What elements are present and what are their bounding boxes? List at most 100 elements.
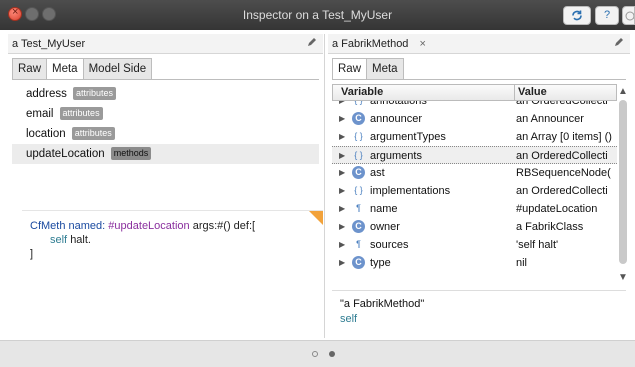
editor-corner-marker [309, 211, 323, 225]
pencil-icon[interactable] [611, 36, 626, 51]
table-row[interactable]: ▶ { } arguments an OrderedCollecti [332, 146, 617, 164]
right-tabs: Raw Meta [332, 58, 404, 80]
pilcrow-icon: ¶ [356, 239, 361, 249]
collection-icon: { } [354, 150, 363, 160]
variable-value: nil [516, 257, 528, 269]
left-pane-header: a Test_MyUser [8, 34, 323, 54]
variable-name: implementations [370, 185, 451, 197]
scroll-down-icon[interactable]: ▼ [618, 272, 628, 283]
class-icon: C [352, 220, 365, 233]
column-header-value[interactable]: Value [514, 85, 547, 100]
table-row[interactable]: ▶ Ctype nil [332, 254, 617, 271]
variable-value: RBSequenceNode( [516, 167, 611, 179]
left-tabs: Raw Meta Model Side [12, 58, 153, 80]
title-bar: Inspector on a Test_MyUser ? [0, 0, 635, 30]
table-row[interactable]: ▶ { } argumentTypes an Array [0 items] () [332, 128, 617, 146]
class-icon: C [352, 256, 365, 269]
expand-triangle-icon[interactable]: ▶ [339, 200, 345, 218]
tabs-divider [332, 79, 626, 80]
list-item-selected[interactable]: updateLocation methods [12, 144, 319, 164]
variable-name: arguments [370, 150, 422, 162]
right-pane-title[interactable]: a FabrikMethod × [332, 34, 426, 54]
variable-name: name [370, 203, 398, 215]
expand-triangle-icon[interactable]: ▶ [339, 101, 345, 110]
refresh-button[interactable] [563, 6, 591, 25]
attribute-badge: attributes [59, 107, 103, 120]
variable-value: #updateLocation [516, 203, 598, 215]
tab-meta[interactable]: Meta [46, 58, 84, 80]
pane-divider[interactable] [324, 34, 325, 338]
column-header-variable[interactable]: Variable [341, 85, 383, 100]
list-item[interactable]: location attributes [12, 124, 319, 144]
expand-triangle-icon[interactable]: ▶ [339, 147, 345, 165]
code-line-1: CfMeth named: #updateLocation args:#() d… [30, 219, 315, 233]
code-line-3: ] [30, 248, 34, 260]
variable-value: a FabrikClass [516, 221, 584, 233]
table-row[interactable]: ▶ ¶ sources 'self halt' [332, 236, 617, 254]
table-row[interactable]: ▶ { } implementations an OrderedCollecti [332, 182, 617, 200]
variable-name: type [370, 257, 391, 269]
collection-icon: { } [354, 185, 363, 195]
expand-triangle-icon[interactable]: ▶ [339, 164, 345, 182]
tab-model-side[interactable]: Model Side [82, 58, 153, 80]
expand-triangle-icon[interactable]: ▶ [339, 218, 345, 236]
attribute-name: address [26, 88, 67, 100]
code-class: CfMeth [30, 220, 66, 232]
variable-value: an Array [0 items] () [516, 131, 612, 143]
methods-badge: methods [110, 147, 152, 160]
expand-triangle-icon[interactable]: ▶ [339, 110, 345, 128]
bottom-bar [0, 340, 635, 367]
list-item[interactable]: email attributes [12, 104, 319, 124]
close-tab-icon[interactable]: × [420, 38, 426, 50]
code-self: self [50, 234, 68, 246]
collection-icon: { } [354, 131, 363, 141]
code-keyword: named: [68, 220, 106, 232]
left-inspector-pane: a Test_MyUser Raw Meta Model Side addres… [8, 34, 323, 338]
tab-meta[interactable]: Meta [366, 58, 404, 80]
attribute-name: email [26, 108, 54, 120]
pencil-icon[interactable] [304, 36, 319, 51]
toolbar-extra-button[interactable] [622, 6, 635, 25]
table-row[interactable]: ▶ Cast RBSequenceNode( [332, 164, 617, 182]
variable-value: an OrderedCollecti [516, 101, 608, 107]
variables-table: ▶ { } annotations an OrderedCollecti ▶ Cannou… [332, 101, 617, 271]
table-row[interactable]: ▶ Cowner a FabrikClass [332, 218, 617, 236]
right-inspector-pane: a FabrikMethod × Raw Meta Variable Value… [328, 34, 630, 338]
code-line-2: self halt. [30, 233, 315, 247]
variable-name: sources [370, 239, 409, 251]
scroll-up-icon[interactable]: ▲ [618, 86, 628, 97]
attribute-list: address attributes email attributes loca… [12, 84, 319, 164]
help-button[interactable]: ? [595, 6, 619, 25]
table-row[interactable]: ▶ { } annotations an OrderedCollecti [332, 101, 617, 110]
table-row[interactable]: ▶ Cannouncer an Announcer [332, 110, 617, 128]
code-editor[interactable]: CfMeth named: #updateLocation args:#() d… [22, 210, 323, 338]
tabs-divider [12, 79, 319, 80]
expand-triangle-icon[interactable]: ▶ [339, 182, 345, 200]
expand-triangle-icon[interactable]: ▶ [339, 128, 345, 146]
attribute-name: updateLocation [26, 148, 105, 160]
tab-raw[interactable]: Raw [12, 58, 48, 80]
tab-raw[interactable]: Raw [332, 58, 368, 80]
variable-value: an OrderedCollecti [516, 185, 608, 197]
page-indicator-dot[interactable] [312, 351, 318, 357]
eval-result-string: "a FabrikMethod" [340, 298, 425, 310]
expand-triangle-icon[interactable]: ▶ [339, 236, 345, 254]
variable-name: announcer [370, 113, 422, 125]
class-icon: C [352, 112, 365, 125]
variable-value: an Announcer [516, 113, 584, 125]
page-indicator-dot-active[interactable] [329, 351, 335, 357]
scrollbar-thumb[interactable] [619, 100, 627, 264]
variable-name: owner [370, 221, 400, 233]
evaluator-pane[interactable]: "a FabrikMethod" self [332, 290, 626, 338]
left-pane-title[interactable]: a Test_MyUser [12, 34, 85, 54]
class-icon: C [352, 166, 365, 179]
list-item[interactable]: address attributes [12, 84, 319, 104]
code-halt: halt. [70, 234, 91, 246]
expand-triangle-icon[interactable]: ▶ [339, 254, 345, 271]
pilcrow-icon: ¶ [356, 203, 361, 213]
table-row[interactable]: ▶ ¶ name #updateLocation [332, 200, 617, 218]
attribute-badge: attributes [72, 87, 117, 100]
code-args: args:#() def:[ [192, 220, 256, 232]
eval-self: self [340, 313, 358, 325]
variable-name: annotations [370, 101, 427, 107]
